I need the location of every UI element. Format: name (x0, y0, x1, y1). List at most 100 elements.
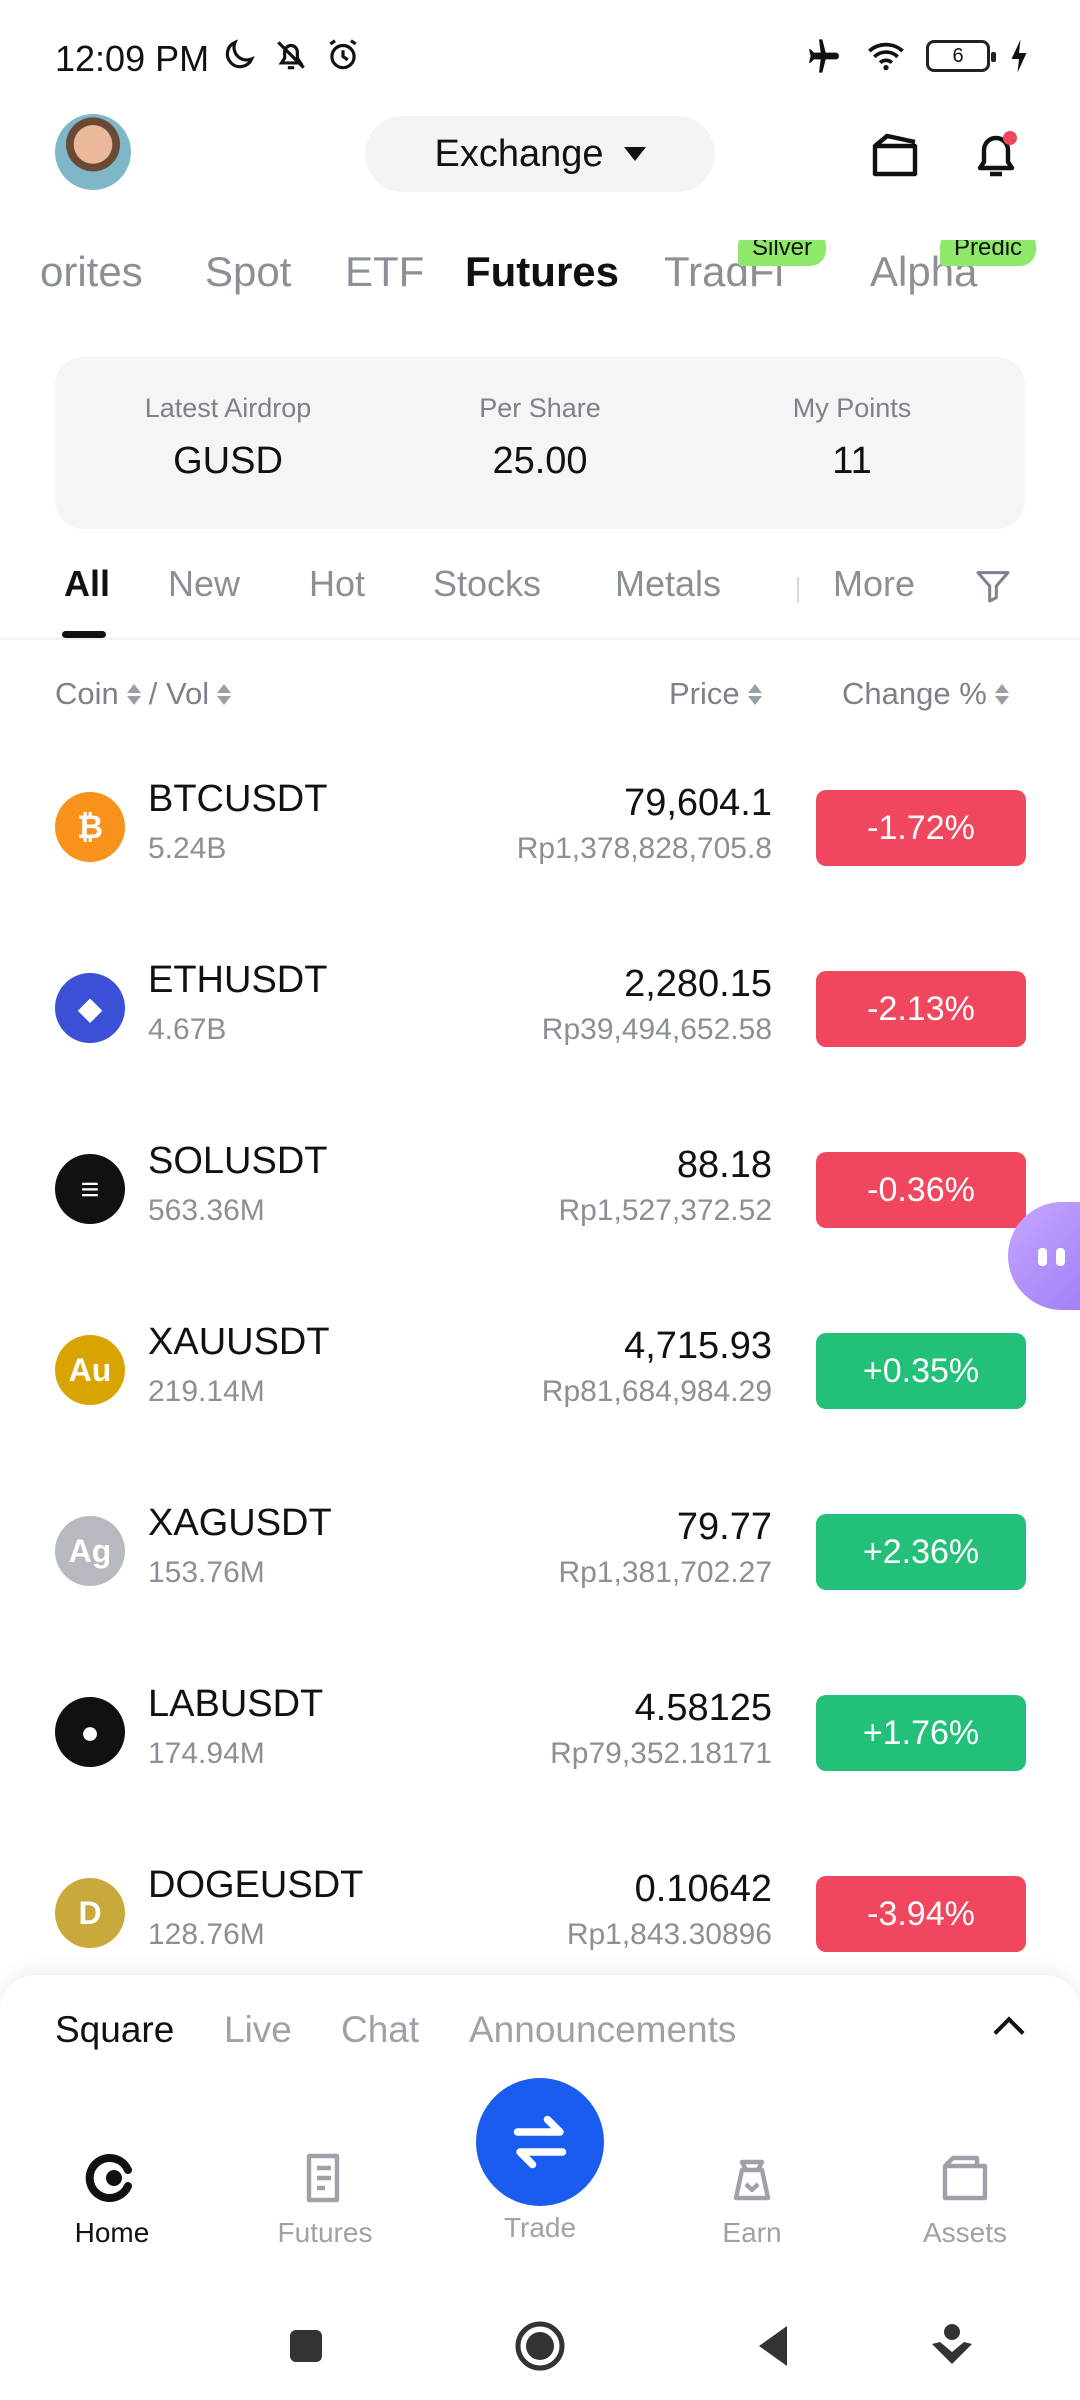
tab-favorites[interactable]: orites (40, 248, 143, 296)
nav-assets[interactable]: Assets (885, 2150, 1045, 2249)
tab-futures[interactable]: Futures (465, 248, 619, 296)
assistant-gesture-icon[interactable] (924, 2318, 980, 2374)
change-badge[interactable]: +2.36% (816, 1514, 1026, 1590)
tab-alpha[interactable]: Alpha Predic (870, 240, 1037, 296)
recent-apps-icon[interactable] (278, 2318, 334, 2374)
airdrop-card[interactable]: Latest Airdrop GUSD Per Share 25.00 My P… (55, 357, 1025, 529)
active-tab-indicator (62, 631, 106, 638)
change-badge[interactable]: +0.35% (816, 1333, 1026, 1409)
bell-off-icon (277, 41, 305, 70)
nav-earn-label: Earn (722, 2217, 782, 2248)
filter-tabs: All New Hot Stocks Metals More (0, 555, 1080, 640)
market-row[interactable]: ● LABUSDT 174.94M 4.58125 Rp79,352.18171… (0, 1645, 1080, 1825)
funnel-filter-icon[interactable] (973, 565, 1013, 607)
price-header[interactable]: Price (669, 676, 762, 712)
market-volume: 563.36M (148, 1194, 265, 1227)
filter-divider (797, 577, 799, 603)
filter-all[interactable]: All (64, 563, 110, 605)
market-price: 0.10642 (634, 1868, 772, 1910)
gold-icon: Au (55, 1335, 125, 1405)
chevron-up-icon[interactable] (993, 2016, 1025, 2048)
lab-icon: ● (55, 1697, 125, 1767)
exchange-switcher[interactable]: Exchange (365, 116, 715, 192)
battery-level: 6 (952, 44, 964, 67)
coin-header-label: Coin (55, 676, 119, 711)
market-row[interactable]: ₿ BTCUSDT 5.24B 79,604.1 Rp1,378,828,705… (0, 740, 1080, 920)
nav-home-label: Home (74, 2217, 150, 2248)
sort-icon (126, 683, 141, 705)
nav-home[interactable]: Home (32, 2150, 192, 2249)
filter-new[interactable]: New (168, 563, 240, 605)
market-fiat-price: Rp1,843.30896 (566, 1918, 772, 1951)
silver-icon: Ag (55, 1516, 125, 1586)
charging-icon (1011, 39, 1027, 73)
market-symbol: LABUSDT (148, 1683, 324, 1725)
notification-bell-icon[interactable] (968, 126, 1024, 182)
filter-stocks[interactable]: Stocks (433, 563, 541, 605)
market-fiat-price: Rp1,378,828,705.8 (516, 832, 772, 865)
market-price: 4.58125 (634, 1687, 772, 1729)
trade-button[interactable] (476, 2078, 604, 2206)
nav-futures[interactable]: Futures (245, 2150, 405, 2249)
swap-arrows-icon (513, 2115, 567, 2169)
change-badge[interactable]: -2.13% (816, 971, 1026, 1047)
sol-icon: ≡ (55, 1154, 125, 1224)
nav-trade-label: Trade (503, 2212, 577, 2243)
market-price: 79.77 (676, 1506, 772, 1548)
change-header[interactable]: Change % (842, 676, 1009, 712)
btc-icon: ₿ (55, 792, 125, 862)
market-price: 88.18 (676, 1144, 772, 1186)
per-share-value: 25.00 (492, 440, 588, 482)
wifi-icon (868, 42, 904, 71)
market-price: 2,280.15 (624, 963, 772, 1005)
market-fiat-price: Rp39,494,652.58 (541, 1013, 772, 1046)
column-headers: Coin / Vol Price Change % (0, 672, 1080, 722)
category-tabs: orites Spot ETF Futures TradFi Silver Al… (0, 240, 1080, 320)
my-points-label: My Points (792, 393, 912, 423)
nav-futures-label: Futures (277, 2217, 373, 2248)
market-row[interactable]: Ag XAGUSDT 153.76M 79.77 Rp1,381,702.27 … (0, 1464, 1080, 1644)
change-badge[interactable]: -1.72% (816, 790, 1026, 866)
market-fiat-price: Rp1,527,372.52 (558, 1194, 772, 1227)
gift-box-icon[interactable] (867, 126, 923, 182)
market-volume: 153.76M (148, 1556, 265, 1589)
market-symbol: XAUUSDT (148, 1321, 330, 1363)
market-row[interactable]: Au XAUUSDT 219.14M 4,715.93 Rp81,684,984… (0, 1283, 1080, 1463)
tab-spot[interactable]: Spot (205, 248, 291, 296)
nav-earn[interactable]: Earn (672, 2150, 832, 2249)
market-fiat-price: Rp79,352.18171 (550, 1737, 772, 1770)
moon-icon (225, 39, 255, 69)
top-header: Exchange (0, 112, 1080, 198)
filter-metals[interactable]: Metals (615, 563, 721, 605)
market-row[interactable]: ≡ SOLUSDT 563.36M 88.18 Rp1,527,372.52 -… (0, 1102, 1080, 1282)
latest-airdrop-label: Latest Airdrop (144, 393, 312, 423)
silver-tag: Silver (738, 240, 827, 266)
my-points: My Points 11 (702, 393, 1002, 483)
tab-tradfi[interactable]: TradFi Silver (664, 240, 827, 296)
avatar[interactable] (55, 114, 131, 190)
tab-etf[interactable]: ETF (345, 248, 424, 296)
back-icon[interactable] (745, 2318, 801, 2374)
change-badge[interactable]: -0.36% (816, 1152, 1026, 1228)
coin-vol-header[interactable]: Coin / Vol (55, 676, 232, 712)
battery-icon: 6 (926, 40, 996, 72)
tab-live[interactable]: Live (224, 2009, 292, 2051)
home-button-icon[interactable] (512, 2318, 568, 2374)
change-header-label: Change % (842, 676, 987, 711)
tab-square[interactable]: Square (55, 2009, 174, 2051)
tab-chat[interactable]: Chat (341, 2009, 419, 2051)
market-volume: 4.67B (148, 1013, 227, 1046)
filter-hot[interactable]: Hot (309, 563, 365, 605)
market-volume: 128.76M (148, 1918, 265, 1951)
change-badge[interactable]: -3.94% (816, 1876, 1026, 1952)
market-symbol: BTCUSDT (148, 778, 328, 820)
change-badge[interactable]: +1.76% (816, 1695, 1026, 1771)
eth-icon: ◆ (55, 973, 125, 1043)
tab-announcements[interactable]: Announcements (469, 2009, 736, 2051)
nav-assets-label: Assets (922, 2217, 1008, 2248)
market-volume: 174.94M (148, 1737, 265, 1770)
latest-airdrop-value: GUSD (173, 440, 283, 482)
filter-more[interactable]: More (833, 563, 915, 605)
sort-icon (994, 683, 1009, 705)
market-row[interactable]: ◆ ETHUSDT 4.67B 2,280.15 Rp39,494,652.58… (0, 921, 1080, 1101)
